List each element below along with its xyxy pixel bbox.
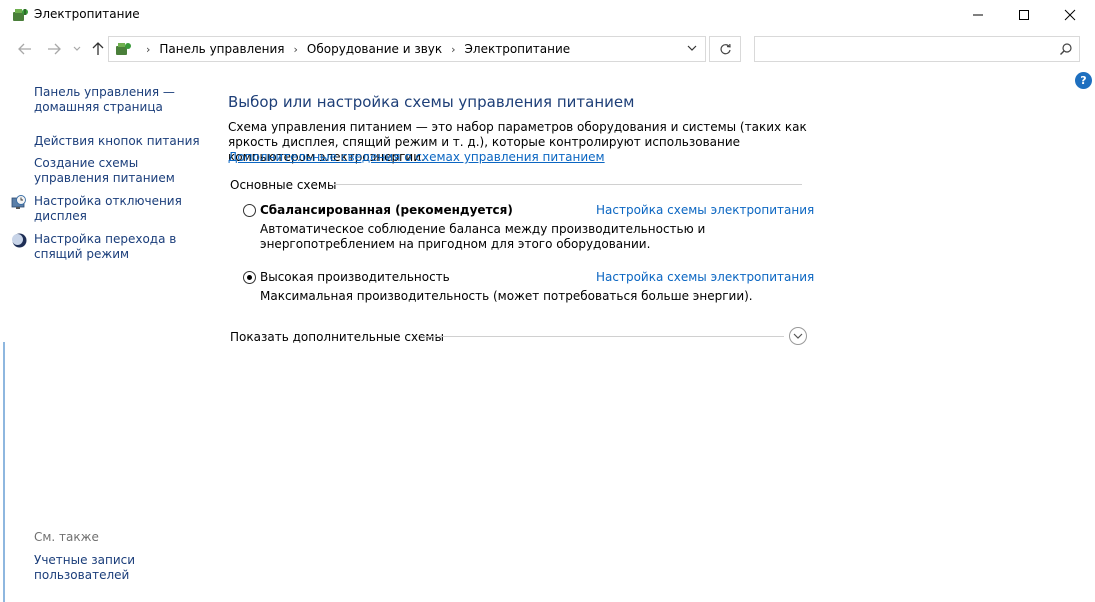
chevron-right-icon[interactable]: ›	[451, 43, 455, 56]
close-icon	[1064, 9, 1076, 21]
sleep-moon-icon	[12, 233, 27, 248]
forward-button[interactable]	[44, 39, 64, 59]
sidebar-item-display-off[interactable]: Настройка отключения дисплея	[34, 194, 204, 224]
recent-locations-button[interactable]	[70, 39, 84, 59]
title-bar: Электропитание	[0, 0, 1095, 30]
minimize-icon	[973, 14, 983, 16]
show-more-plans-label[interactable]: Показать дополнительные схемы	[230, 330, 444, 344]
display-clock-icon	[11, 195, 26, 209]
sidebar: Панель управления — домашняя страница Де…	[0, 64, 210, 602]
address-dropdown-button[interactable]	[685, 41, 699, 55]
search-input[interactable]	[755, 37, 1045, 61]
plan-balanced-settings-link[interactable]: Настройка схемы электропитания	[596, 203, 814, 217]
maximize-icon	[1019, 10, 1029, 20]
chevron-right-icon[interactable]: ›	[293, 43, 297, 56]
plan-balanced-name[interactable]: Сбалансированная (рекомендуется)	[260, 203, 513, 217]
sidebar-item-power-buttons[interactable]: Действия кнопок питания	[34, 134, 204, 149]
chevron-down-icon	[687, 45, 697, 51]
arrow-right-icon	[48, 43, 61, 55]
plan-balanced-description: Автоматическое соблюдение баланса между …	[260, 222, 706, 251]
up-button[interactable]	[88, 39, 108, 59]
refresh-button[interactable]	[709, 36, 741, 62]
help-button[interactable]: ?	[1075, 72, 1092, 89]
see-also-heading: См. также	[34, 530, 99, 544]
plan-high-performance-name[interactable]: Высокая производительность	[260, 270, 450, 284]
group-divider	[334, 184, 802, 185]
window-title: Электропитание	[34, 7, 140, 21]
chevron-right-icon: ›	[146, 42, 151, 56]
sidebar-item-create-plan[interactable]: Создание схемы управления питанием	[34, 156, 204, 186]
breadcrumb-control-panel[interactable]: Панель управления	[159, 42, 284, 56]
plan-high-performance-description: Максимальная производительность (может п…	[260, 289, 753, 303]
page-title: Выбор или настройка схемы управления пит…	[228, 93, 635, 111]
chevron-down-icon	[793, 333, 803, 339]
plan-balanced-radio[interactable]	[243, 204, 256, 217]
sidebar-item-sleep[interactable]: Настройка перехода в спящий режим	[34, 232, 204, 262]
preferred-plans-heading: Основные схемы	[230, 178, 337, 192]
back-button[interactable]	[15, 39, 35, 59]
show-more-divider	[422, 336, 784, 337]
expand-more-plans-button[interactable]	[789, 327, 807, 345]
search-box[interactable]	[754, 36, 1080, 62]
search-icon[interactable]	[1059, 42, 1073, 56]
plan-high-performance-settings-link[interactable]: Настройка схемы электропитания	[596, 270, 814, 284]
power-options-icon	[116, 43, 131, 55]
minimize-button[interactable]	[955, 0, 1001, 30]
close-button[interactable]	[1047, 0, 1093, 30]
sidebar-item-user-accounts[interactable]: Учетные записи пользователей	[34, 553, 204, 583]
power-options-icon	[13, 9, 28, 21]
maximize-button[interactable]	[1001, 0, 1047, 30]
plan-high-performance-radio[interactable]	[243, 271, 256, 284]
address-bar[interactable]: › Панель управления › Оборудование и зву…	[108, 36, 706, 62]
breadcrumb-power-options[interactable]: Электропитание	[465, 42, 571, 56]
chevron-down-icon	[73, 46, 81, 51]
sidebar-item-home[interactable]: Панель управления — домашняя страница	[34, 85, 204, 115]
sidebar-edge	[3, 342, 5, 602]
more-info-link[interactable]: Дополнительные сведения о схемах управле…	[228, 150, 605, 164]
arrow-left-icon	[18, 43, 31, 55]
refresh-icon	[719, 43, 731, 54]
breadcrumb: › Панель управления › Оборудование и зву…	[137, 37, 570, 61]
breadcrumb-hardware-and-sound[interactable]: Оборудование и звук	[307, 42, 442, 56]
arrow-up-icon	[92, 42, 104, 55]
